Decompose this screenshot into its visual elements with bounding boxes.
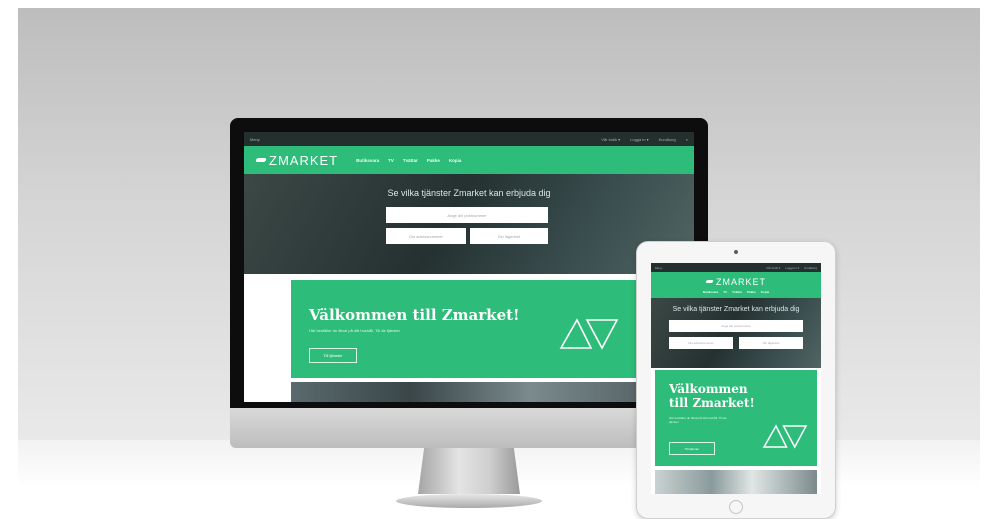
imac-stand-neck xyxy=(418,448,520,494)
services-button[interactable]: Till tjänster xyxy=(309,348,357,363)
photo-strip xyxy=(291,382,689,402)
tablet-address-input[interactable]: Din adressnummer xyxy=(669,337,733,349)
tablet-triangle-emblem-icon xyxy=(762,424,808,449)
tablet-website: Meny Vår butik ▾ Logga in ▾ Kundkorg ZMA… xyxy=(651,263,821,494)
nav-item-tvattar[interactable]: Tvättar xyxy=(403,158,418,163)
tablet-photo-strip xyxy=(655,470,817,494)
tablet-welcome-title: Välkommen till Zmarket! xyxy=(669,382,755,410)
welcome-title: Välkommen till Zmarket! xyxy=(309,306,520,324)
tablet-site-logo[interactable]: ZMARKET xyxy=(705,276,766,287)
cart-link[interactable]: Kundkorg xyxy=(659,137,676,142)
tablet-hero-title: Se vilka tjänster Zmarket kan erbjuda di… xyxy=(672,306,800,313)
tablet-services-button[interactable]: Till tjänster xyxy=(669,442,715,455)
nav-item-pakke[interactable]: Pakke xyxy=(427,158,440,163)
menu-link[interactable]: Meny xyxy=(250,137,260,142)
tablet-nav-item-butiksvara[interactable]: Butiksvara xyxy=(703,290,718,294)
main-nav: ZMARKET Butiksvara TV Tvättar Pakke Kopi… xyxy=(244,146,694,174)
tablet-apartment-input[interactable]: Din lägenhet xyxy=(739,337,803,349)
login-link[interactable]: Logga in ▾ xyxy=(630,137,648,142)
imac-stand-foot xyxy=(396,494,542,508)
address-input[interactable]: Din adressnummer xyxy=(386,228,466,244)
tablet-login-link[interactable]: Logga in ▾ xyxy=(785,266,799,270)
nav-item-kopia[interactable]: Kopia xyxy=(449,158,462,163)
nav-item-tv[interactable]: TV xyxy=(388,158,394,163)
tablet-nav-item-kopia[interactable]: Kopia xyxy=(761,290,769,294)
home-button xyxy=(729,500,743,514)
tablet-welcome-banner: Välkommen till Zmarket! Här beställer du… xyxy=(655,370,817,466)
store-link[interactable]: Vår butik ▾ xyxy=(601,137,620,142)
site-logo[interactable]: ZMARKET xyxy=(255,152,339,168)
tablet-postcode-input[interactable]: Ange din postnummer xyxy=(669,320,803,332)
apartment-input[interactable]: Din lägenhet xyxy=(470,228,548,244)
zmarket-logo-icon xyxy=(255,158,267,162)
tablet-welcome-text: Här beställer du tillval på ditt hushåll… xyxy=(669,416,727,424)
welcome-text: Här beställer du tillval på ditt hushåll… xyxy=(309,328,400,333)
tablet-nav-item-tv[interactable]: TV xyxy=(723,290,727,294)
search-icon[interactable]: ⌕ xyxy=(686,137,688,142)
logo-text: ZMARKET xyxy=(269,152,339,168)
tablet-menu-link[interactable]: Meny xyxy=(655,266,662,270)
top-utility-bar: Meny Vår butik ▾ Logga in ▾ Kundkorg ⌕ xyxy=(244,132,694,146)
tablet-logo-text: ZMARKET xyxy=(715,276,766,287)
tablet-welcome-title-line1: Välkommen xyxy=(669,382,748,396)
tablet-nav-item-pakke[interactable]: Pakke xyxy=(747,290,756,294)
desktop-website: Meny Vår butik ▾ Logga in ▾ Kundkorg ⌕ Z… xyxy=(244,132,694,402)
tablet-cart-link[interactable]: Kundkorg xyxy=(804,266,817,270)
nav-item-butiksvara[interactable]: Butiksvara xyxy=(356,158,379,163)
ipad: Meny Vår butik ▾ Logga in ▾ Kundkorg ZMA… xyxy=(636,241,836,519)
triangle-emblem-icon xyxy=(559,318,619,350)
tablet-nav-item-tvattar[interactable]: Tvättar xyxy=(732,290,742,294)
hero-section: Se vilka tjänster Zmarket kan erbjuda di… xyxy=(244,174,694,274)
welcome-banner: Välkommen till Zmarket! Här beställer du… xyxy=(291,280,689,378)
postcode-input[interactable]: Ange din postnummer xyxy=(386,207,548,223)
tablet-top-utility-bar: Meny Vår butik ▾ Logga in ▾ Kundkorg xyxy=(651,263,821,272)
camera-icon xyxy=(734,250,738,254)
tablet-nav-links: Butiksvara TV Tvättar Pakke Kopia xyxy=(703,290,769,294)
tablet-hero-section: Se vilka tjänster Zmarket kan erbjuda di… xyxy=(651,298,821,368)
tablet-store-link[interactable]: Vår butik ▾ xyxy=(766,266,780,270)
hero-title: Se vilka tjänster Zmarket kan erbjuda di… xyxy=(387,188,551,198)
tablet-welcome-title-line2: till Zmarket! xyxy=(669,396,755,410)
tablet-zmarket-logo-icon xyxy=(705,280,714,283)
tablet-main-nav: ZMARKET Butiksvara TV Tvättar Pakke Kopi… xyxy=(651,272,821,298)
